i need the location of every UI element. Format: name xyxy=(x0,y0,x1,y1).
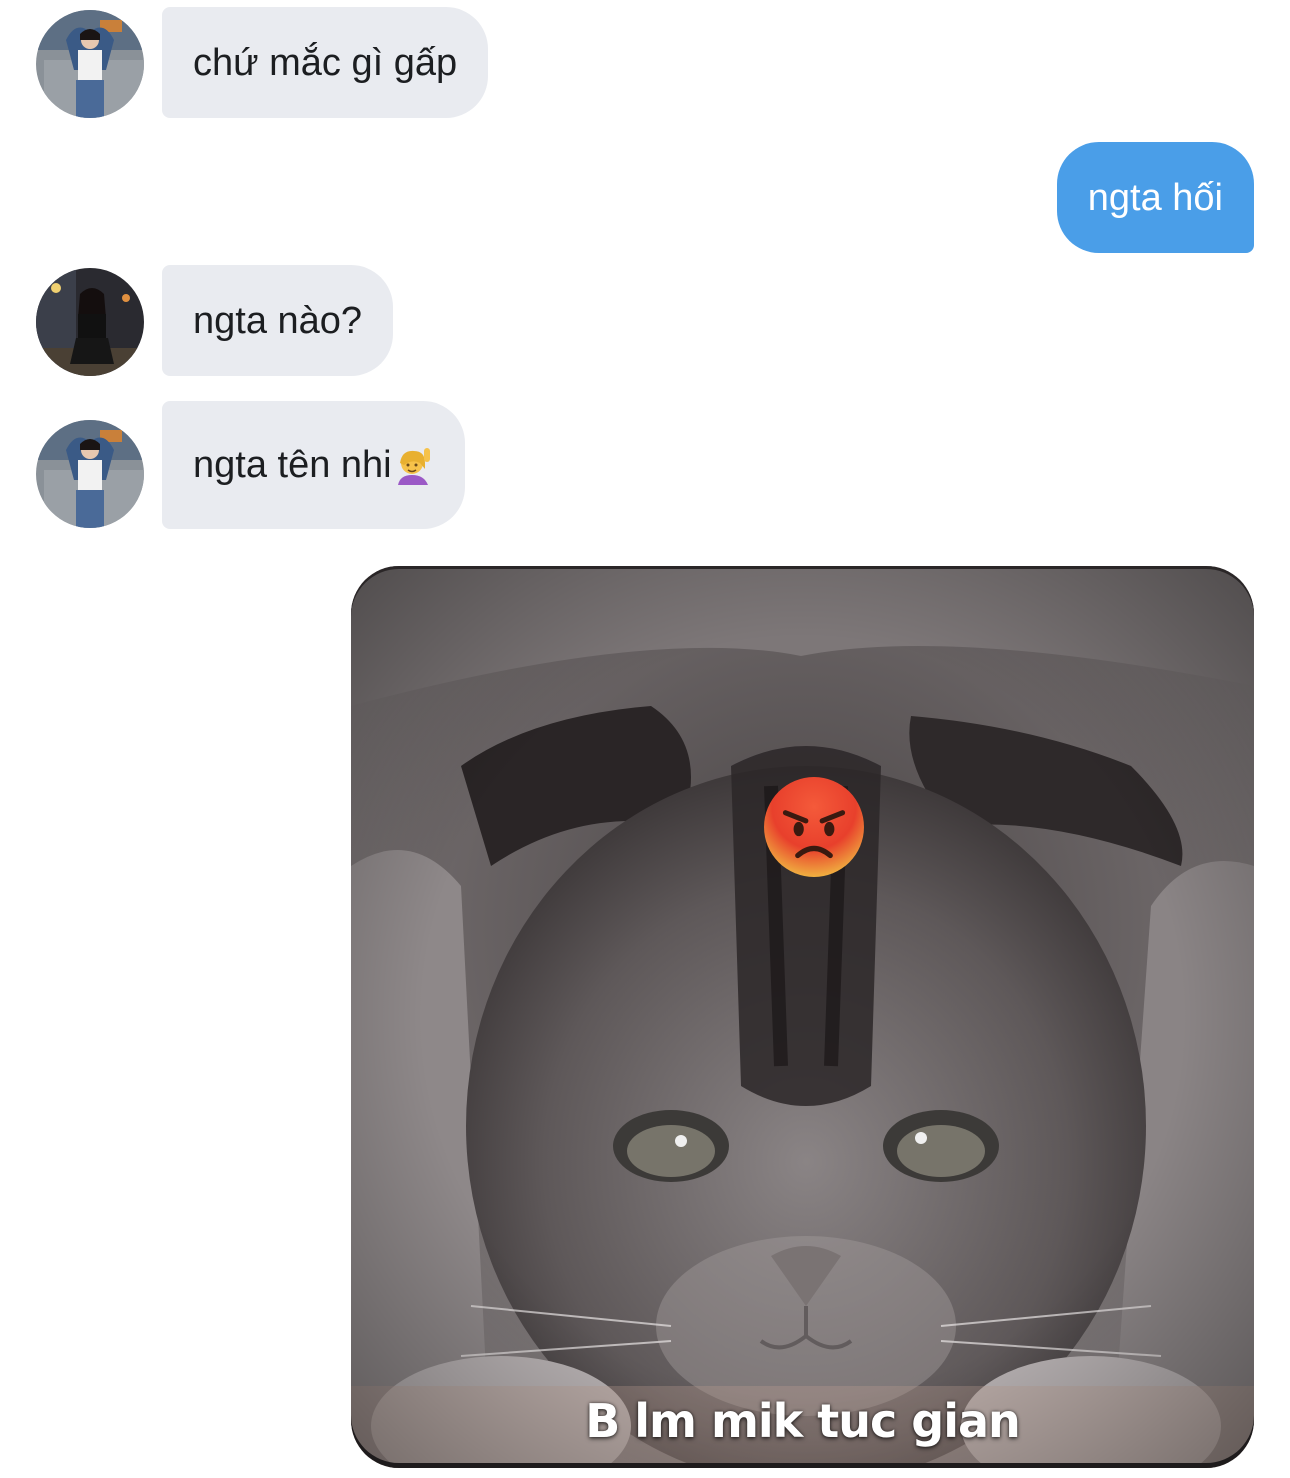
angry-face-emoji xyxy=(764,777,864,877)
message-bubble-incoming[interactable]: ngta tên nhi xyxy=(162,401,465,529)
contact-avatar[interactable] xyxy=(36,268,144,376)
message-text: chứ mắc gì gấp xyxy=(193,41,458,84)
sticker-caption: B lm mik tuc gian xyxy=(585,1394,1021,1448)
avatar-photo-icon xyxy=(36,268,144,376)
message-text: ngta nào? xyxy=(193,299,363,342)
message-bubble-outgoing[interactable]: ngta hối xyxy=(1056,142,1254,253)
kitten-photo-icon xyxy=(351,566,1254,1468)
message-text: ngta tên nhi xyxy=(193,444,392,486)
message-bubble-incoming[interactable]: ngta nào? xyxy=(162,265,394,376)
message-bubble-incoming[interactable]: chứ mắc gì gấp xyxy=(162,7,489,118)
avatar-photo-icon xyxy=(36,10,144,118)
contact-avatar[interactable] xyxy=(36,420,144,528)
contact-avatar[interactable] xyxy=(36,10,144,118)
sticker-image[interactable]: B lm mik tuc gian xyxy=(351,566,1254,1468)
person-raising-hand-emoji xyxy=(397,448,430,485)
message-text: ngta hối xyxy=(1087,176,1223,219)
avatar-photo-icon xyxy=(36,420,144,528)
